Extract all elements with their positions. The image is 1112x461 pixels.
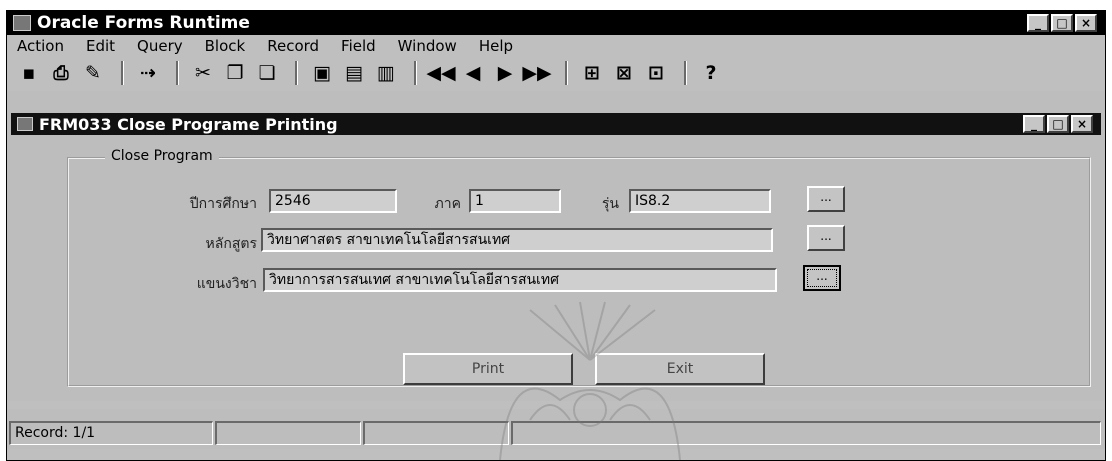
year-field[interactable]: 2546 [269,189,397,213]
exit-button[interactable]: Exit [595,353,765,385]
major-label: แขนงวิชา [196,276,257,292]
first-record-icon[interactable]: ◀◀ [426,61,455,85]
batch-label: รุ่น [601,196,619,212]
major-field[interactable]: วิทยาการสารสนเทศ สาขาเทคโนโลยีสารสนเทศ [263,268,777,292]
menu-block[interactable]: Block [205,37,246,55]
next-record-icon[interactable]: ▶ [491,61,519,85]
toolbar-separator [176,61,179,85]
save-icon[interactable]: ▪ [15,61,43,85]
clear-icon[interactable]: ⇢ [134,61,162,85]
group-label: Close Program [105,148,219,164]
lock-record-icon[interactable]: ⊡ [642,61,670,85]
paste-icon[interactable]: ❏ [253,61,281,85]
curriculum-field[interactable]: วิทยาศาสตร สาขาเทคโนโลยีสารสนเทศ [261,228,773,252]
cut-icon[interactable]: ✂ [189,61,217,85]
form-titlebar: FRM033 Close Programe Printing _ □ × [11,113,1101,135]
help-icon[interactable]: ? [697,61,725,85]
menu-bar: Action Edit Query Block Record Field Win… [7,35,1105,57]
menu-window[interactable]: Window [398,37,457,55]
toolbar-separator [121,61,124,85]
status-bar: Record: 1/1 [7,409,1105,449]
status-cell [363,421,509,445]
toolbar-separator [414,61,417,85]
close-button[interactable]: × [1075,14,1097,32]
exit-icon[interactable]: ✎ [79,61,107,85]
oracle-forms-window: Oracle Forms Runtime _ □ × Action Edit Q… [6,10,1106,461]
menu-query[interactable]: Query [137,37,183,55]
curriculum-label: หลักสูตร [205,236,257,252]
curriculum-lov-button[interactable]: ... [807,225,845,251]
window-title: Oracle Forms Runtime [37,13,250,33]
form-maximize-button[interactable]: □ [1047,115,1069,133]
menu-record[interactable]: Record [267,37,319,55]
menu-edit[interactable]: Edit [86,37,115,55]
previous-record-icon[interactable]: ◀ [459,61,487,85]
year-label: ปีการศึกษา [189,196,257,212]
form-title: FRM033 Close Programe Printing [39,114,338,134]
record-indicator: Record: 1/1 [9,421,213,445]
status-cell [215,421,361,445]
form-icon [17,117,33,131]
menu-field[interactable]: Field [341,37,376,55]
copy-icon[interactable]: ❐ [221,61,249,85]
batch-field[interactable]: IS8.2 [629,189,771,213]
cancel-query-icon[interactable]: ▥ [372,61,400,85]
insert-record-icon[interactable]: ⊞ [578,61,606,85]
toolbar: ▪ ⎙ ✎ ⇢ ✂ ❐ ❏ ▣ ▤ ▥ ◀◀ ◀ ▶ ▶▶ ⊞ ⊠ ⊡ ? [7,58,1105,88]
enter-query-icon[interactable]: ▣ [308,61,336,85]
batch-lov-button[interactable]: ... [807,186,845,212]
toolbar-separator [684,61,687,85]
menu-action[interactable]: Action [17,37,64,55]
term-label: ภาค [434,196,461,212]
mdi-client-area: FRM033 Close Programe Printing _ □ × Clo… [7,91,1105,401]
major-lov-button[interactable]: ... [803,265,841,291]
minimize-button[interactable]: _ [1027,14,1049,32]
term-field[interactable]: 1 [469,189,561,213]
delete-record-icon[interactable]: ⊠ [610,61,638,85]
status-message [511,421,1101,445]
form-minimize-button[interactable]: _ [1023,115,1045,133]
last-record-icon[interactable]: ▶▶ [522,61,551,85]
print-icon[interactable]: ⎙ [47,61,75,85]
form-close-button[interactable]: × [1071,115,1093,133]
toolbar-separator [295,61,298,85]
menu-help[interactable]: Help [479,37,513,55]
execute-query-icon[interactable]: ▤ [340,61,368,85]
app-icon [13,15,31,31]
toolbar-separator [565,61,568,85]
print-button[interactable]: Print [403,353,573,385]
maximize-button[interactable]: □ [1051,14,1073,32]
window-titlebar: Oracle Forms Runtime _ □ × [7,11,1105,35]
